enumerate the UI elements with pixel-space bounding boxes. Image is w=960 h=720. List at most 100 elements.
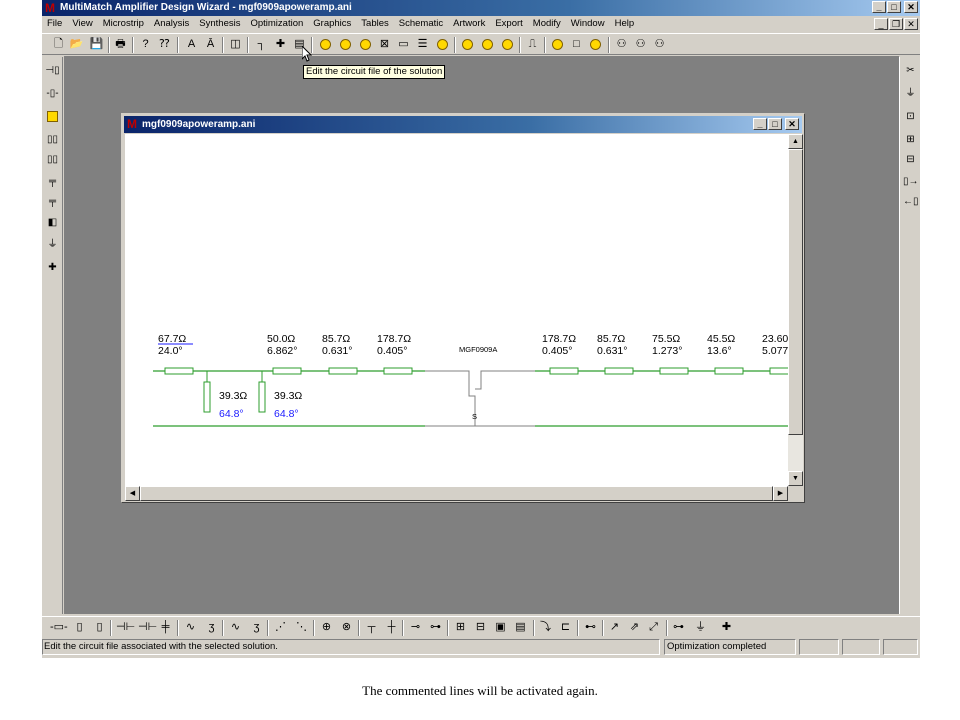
box-icon-3[interactable]: ▣ [493,620,508,635]
cil-icon[interactable]: ▯▯ [45,152,60,167]
box-plus-icon[interactable]: ⊞ [903,132,918,147]
series-cap-icon[interactable]: ⊣⊢ [116,620,135,635]
menu-schematic[interactable]: Schematic [394,16,448,32]
box-x-icon[interactable]: ⊠ [377,37,392,52]
bend-icon[interactable]: ⤵ [538,620,553,635]
menu-microstrip[interactable]: Microstrip [98,16,149,32]
menu-artwork[interactable]: Artwork [448,16,490,32]
svs-icon[interactable]: ╤ [45,194,60,209]
menu-export[interactable]: Export [490,16,527,32]
open-folder-icon[interactable]: 📂 [69,37,84,52]
coupled-icon[interactable]: ⋰ [273,620,288,635]
users-icon-1[interactable]: ⚇ [614,37,629,52]
menu-optimization[interactable]: Optimization [245,16,308,32]
square-icon[interactable]: □ [569,37,584,52]
menu-view[interactable]: View [67,16,97,32]
arrow-ne2-icon[interactable]: ⇗ [627,620,642,635]
yellow-block-icon[interactable] [45,109,60,124]
scroll-left-button[interactable]: ◀ [125,486,140,501]
menu-window[interactable]: Window [566,16,610,32]
box-icon-4[interactable]: ▤ [513,620,528,635]
mdi-minimize-button[interactable]: _ [874,18,888,30]
inductor-v-icon[interactable]: ʒ [204,620,219,635]
plus-bottom-icon[interactable]: ✚ [719,620,734,635]
smith-icon-6[interactable] [500,37,515,52]
tool-a2-icon[interactable]: Ā [203,37,218,52]
arrow-ne-icon[interactable]: ↗ [607,620,622,635]
resistor-v-icon[interactable]: ▯ [72,620,87,635]
open-end-icon[interactable]: ⊷ [583,620,598,635]
users-icon-2[interactable]: ⚇ [633,37,648,52]
mdi-restore-button[interactable]: ❐ [889,18,903,30]
menu-analysis[interactable]: Analysis [149,16,194,32]
circle-icon[interactable] [550,37,565,52]
smith-icon-2[interactable] [338,37,353,52]
schematic-canvas[interactable]: 67.7Ω 24.0° 50.0Ω 6.862° 85.7Ω 0.631° 17… [125,134,788,486]
app-title-bar[interactable]: M MultiMatch Amplifier Design Wizard - m… [42,0,920,16]
save-icon[interactable]: 💾 [89,37,104,52]
port-left-arrow-icon[interactable]: ←▯ [903,194,919,209]
box-icon-2[interactable]: ⊟ [473,620,488,635]
scissors-icon[interactable]: ✂ [903,63,918,78]
ground-icon[interactable]: ⏚ [45,237,60,252]
cross-icon[interactable]: ✚ [273,37,288,52]
child-maximize-button[interactable]: □ [768,118,782,130]
port-right-icon[interactable]: ▯→ [903,174,919,189]
new-file-icon[interactable]: 🗋 [51,37,66,52]
scroll-up-button[interactable]: ▲ [788,134,803,149]
box-icon-1[interactable]: ⊞ [453,620,468,635]
tee-icon[interactable]: ┬ [364,620,379,635]
mdi-close-button[interactable]: ✕ [904,18,918,30]
capacitor-icon[interactable]: ▯ [92,620,107,635]
menu-graphics[interactable]: Graphics [308,16,356,32]
menu-file[interactable]: File [42,16,67,32]
maximize-button[interactable]: □ [887,1,901,13]
help-icon[interactable]: ? [138,37,153,52]
line-icon[interactable]: ⊸ [408,620,423,635]
child-minimize-button[interactable]: _ [753,118,767,130]
resistor-h-icon[interactable]: -▭- [50,620,68,635]
resonator-v-icon[interactable]: ʒ [249,620,264,635]
transistor-icon[interactable]: ⊕ [319,620,334,635]
inductor-icon[interactable]: ∿ [183,620,198,635]
box-dot-icon[interactable]: ⊡ [903,109,918,124]
vertical-scrollbar[interactable]: ▲ ▼ [788,134,803,486]
users-icon-3[interactable]: ⚇ [652,37,667,52]
schematic-title-bar[interactable]: M mgf0909apoweramp.ani _ □ ✕ [124,116,802,133]
equal-icon[interactable]: ☰ [415,37,430,52]
horizontal-scroll-thumb[interactable] [140,486,773,501]
smith-icon-3[interactable] [358,37,373,52]
resize-grip[interactable] [788,486,803,501]
print-icon[interactable]: 🖶 [113,37,128,52]
smith-icon-5[interactable] [480,37,495,52]
close-button[interactable]: ✕ [904,1,918,13]
minus-circle-icon[interactable] [588,37,603,52]
menu-tables[interactable]: Tables [356,16,393,32]
menu-help[interactable]: Help [610,16,640,32]
cross-junction-icon[interactable]: ┼ [384,620,399,635]
transistor2-icon[interactable]: ⊗ [339,620,354,635]
menu-synthesis[interactable]: Synthesis [194,16,245,32]
tool-a-icon[interactable]: A [184,37,199,52]
component-icon[interactable]: ▭ [396,37,411,52]
ground-right-icon[interactable]: ⏚ [903,86,918,101]
plus-shape-icon[interactable]: ✚ [45,260,60,275]
scroll-right-button[interactable]: ▶ [773,486,788,501]
svi-icon[interactable]: ╤ [45,174,60,189]
smith-icon-1[interactable] [318,37,333,52]
shunt-cap-v-icon[interactable]: ╪ [158,620,173,635]
tool-d-icon[interactable]: ◫ [228,37,243,52]
pulse-icon[interactable]: ⎍ [525,37,540,52]
port-both-icon[interactable]: -▯- [45,86,60,101]
resonator-icon[interactable]: ∿ [228,620,243,635]
step-icon[interactable]: ⊏ [558,620,573,635]
arrow-ne3-icon[interactable]: ⤢ [646,620,661,635]
smith-chart-icon[interactable] [435,37,450,52]
shunt-cap-icon[interactable]: ⊣⊢ [138,620,157,635]
ground-bottom-icon[interactable]: ⏚ [693,620,708,635]
scroll-down-button[interactable]: ▼ [788,471,803,486]
smith-icon-4[interactable] [460,37,475,52]
via-icon[interactable]: ⊶ [671,620,686,635]
context-help-icon[interactable]: ⁇ [157,37,172,52]
menu-modify[interactable]: Modify [528,16,566,32]
